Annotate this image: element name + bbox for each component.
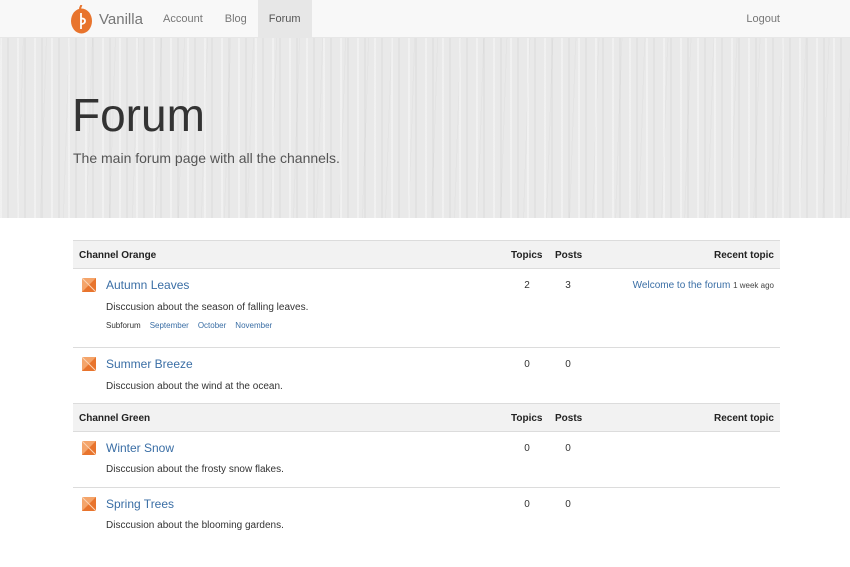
brand-name: Vanilla <box>99 10 143 28</box>
channel-name: Channel Green <box>79 413 151 424</box>
forum-description: Disccusion about the wind at the ocean. <box>106 381 283 392</box>
forum-title-link[interactable]: Autumn Leaves <box>106 278 189 292</box>
topics-count: 0 <box>524 443 530 454</box>
channel-name: Channel Orange <box>79 250 157 261</box>
forum-icon <box>82 278 96 292</box>
forum-title-link[interactable]: Winter Snow <box>106 441 174 455</box>
topics-count: 2 <box>524 280 530 291</box>
hero-banner: Forum The main forum page with all the c… <box>0 38 850 218</box>
forum-row: Winter Snow Disccusion about the frosty … <box>73 432 780 488</box>
nav-item-blog[interactable]: Blog <box>214 0 258 38</box>
forum-icon <box>82 497 96 511</box>
subforum-list: Subforum September October November <box>106 321 272 330</box>
posts-count: 3 <box>565 280 571 291</box>
forum-description: Disccusion about the frosty snow flakes. <box>106 464 284 475</box>
recent-topic-column-header: Recent topic <box>713 250 774 261</box>
logout-link[interactable]: Logout <box>746 0 780 38</box>
subforum-link-november[interactable]: November <box>235 321 272 330</box>
forum-row: Summer Breeze Disccusion about the wind … <box>73 348 780 403</box>
page-subtitle: The main forum page with all the channel… <box>73 150 340 166</box>
forum-description: Disccusion about the blooming gardens. <box>106 520 284 531</box>
forum-title-link[interactable]: Summer Breeze <box>106 357 193 371</box>
topics-count: 0 <box>524 499 530 510</box>
recent-topic-link[interactable]: Welcome to the forum <box>633 280 731 291</box>
posts-count: 0 <box>565 443 571 454</box>
recent-topic: Welcome to the forum 1 week ago <box>633 280 774 291</box>
nav-item-forum[interactable]: Forum <box>257 0 312 38</box>
page-title: Forum <box>72 89 205 141</box>
posts-column-header: Posts <box>555 413 583 424</box>
forum-table: Channel Orange Topics Posts Recent topic… <box>73 240 780 544</box>
subforum-link-september[interactable]: September <box>150 321 189 330</box>
posts-count: 0 <box>565 499 571 510</box>
recent-topic-column-header: Recent topic <box>713 413 774 424</box>
subforum-link-october[interactable]: October <box>198 321 226 330</box>
navbar: Vanilla Account Blog Forum Logout <box>0 0 850 38</box>
forum-description: Disccusion about the season of falling l… <box>106 302 309 313</box>
vanilla-logo-icon <box>71 4 92 33</box>
forum-row: Autumn Leaves Disccusion about the seaso… <box>73 269 780 348</box>
topics-count: 0 <box>524 359 530 370</box>
channel-header: Channel Orange Topics Posts Recent topic <box>73 240 780 269</box>
forum-icon <box>82 441 96 455</box>
channel-header: Channel Green Topics Posts Recent topic <box>73 403 780 432</box>
topics-column-header: Topics <box>511 413 543 424</box>
posts-count: 0 <box>565 359 571 370</box>
main-nav: Account Blog Forum <box>152 0 312 38</box>
topics-column-header: Topics <box>511 250 543 261</box>
forum-title-link[interactable]: Spring Trees <box>106 497 174 511</box>
forum-row: Spring Trees Disccusion about the bloomi… <box>73 488 780 544</box>
subforum-label: Subforum <box>106 321 141 330</box>
posts-column-header: Posts <box>555 250 583 261</box>
nav-item-account[interactable]: Account <box>152 0 214 38</box>
recent-topic-time: 1 week ago <box>733 281 774 290</box>
brand[interactable]: Vanilla <box>70 4 143 34</box>
forum-icon <box>82 357 96 371</box>
